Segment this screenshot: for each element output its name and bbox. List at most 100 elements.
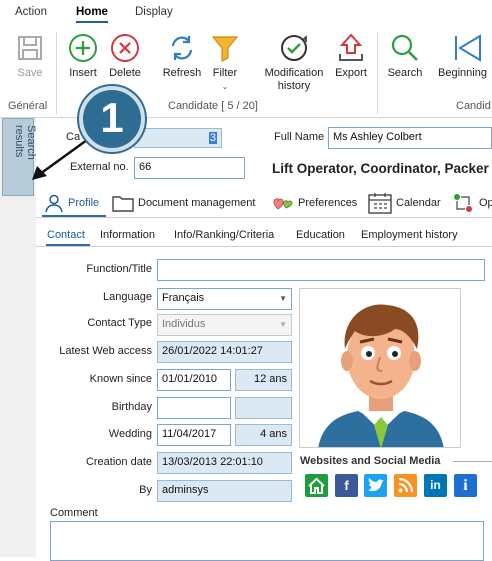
tab-document-management-label: Document management — [138, 197, 256, 209]
avatar — [318, 304, 444, 447]
known-since-value: 01/01/2010 — [162, 373, 218, 385]
ribbon-group-general: Général — [8, 100, 48, 112]
wedding-years-value: 4 ans — [260, 428, 287, 440]
latest-web-access-value: 26/01/2022 14:01:27 — [162, 345, 263, 357]
contact-type-value: Individus — [162, 318, 206, 330]
tab-op[interactable]: Op — [451, 191, 492, 215]
subtabs-divider — [36, 246, 492, 247]
callout-badge: 1 — [79, 86, 145, 152]
known-since-field[interactable]: 01/01/2010 — [157, 369, 231, 391]
wedding-label: Wedding — [108, 428, 152, 440]
save-button[interactable]: Save — [10, 32, 50, 80]
export-label: Export — [335, 67, 367, 79]
delete-label: Delete — [109, 67, 141, 79]
menu-tab-home[interactable]: Home — [76, 6, 108, 23]
language-select[interactable]: Français ▼ — [157, 288, 292, 310]
language-label: Language — [103, 291, 152, 303]
filter-button[interactable]: Filter ⌄ — [207, 32, 243, 93]
profile-icon — [45, 194, 63, 213]
menu-bar: Action Home Display — [0, 0, 492, 26]
folder-icon — [112, 196, 134, 212]
plus-icon — [67, 32, 99, 64]
subtab-employment-history[interactable]: Employment history — [361, 229, 458, 241]
ribbon-separator — [56, 32, 57, 114]
creation-date-value: 13/03/2013 22:01:10 — [162, 456, 263, 468]
created-by-value: adminsys — [162, 484, 209, 496]
tab-op-label: Op — [479, 197, 492, 209]
websites-divider — [453, 461, 492, 462]
dropdown-arrow-icon: ▼ — [279, 294, 287, 303]
delete-button[interactable]: Delete — [105, 32, 145, 80]
ribbon-group-candid: Candid — [456, 100, 491, 112]
linkedin-icon[interactable]: in — [424, 474, 447, 497]
save-icon — [14, 32, 46, 64]
contact-type-select[interactable]: Individus ▼ — [157, 314, 292, 336]
hearts-icon — [273, 198, 293, 210]
birthday-label: Birthday — [111, 401, 152, 413]
tab-preferences[interactable]: Preferences — [272, 191, 357, 215]
calendar-icon — [368, 193, 392, 214]
dropdown-arrow-icon: ▼ — [279, 320, 287, 329]
refresh-button[interactable]: Refresh — [160, 32, 204, 80]
save-label: Save — [17, 67, 43, 79]
history-check-icon — [278, 32, 310, 64]
filter-icon — [209, 32, 241, 64]
tab-preferences-label: Preferences — [298, 197, 358, 209]
facebook-icon[interactable]: f — [335, 474, 358, 497]
tab-calendar[interactable]: Calendar — [368, 191, 441, 215]
candidate-photo[interactable] — [299, 288, 461, 448]
function-title-field[interactable] — [157, 259, 485, 281]
full-name-field[interactable]: Ms Ashley Colbert — [328, 127, 492, 149]
created-by-field: adminsys — [157, 480, 292, 502]
language-value: Français — [162, 292, 205, 304]
workflow-icon — [454, 194, 472, 212]
delete-icon — [109, 32, 141, 64]
home-icon[interactable] — [305, 474, 328, 497]
birthday-years — [235, 397, 292, 419]
insert-label: Insert — [69, 67, 97, 79]
modification-history-button[interactable]: Modification history — [258, 32, 330, 93]
known-since-label: Known since — [89, 373, 152, 385]
full-name-label: Full Name — [274, 131, 325, 143]
menu-tab-display[interactable]: Display — [135, 6, 173, 18]
refresh-icon — [166, 32, 198, 64]
comment-textarea[interactable] — [50, 521, 484, 561]
filter-label: Filter — [212, 67, 238, 79]
latest-web-access-label: Latest Web access — [59, 345, 152, 357]
wedding-field[interactable]: 11/04/2017 — [157, 424, 231, 446]
candidate-no-field[interactable]: 3 — [134, 128, 222, 148]
birthday-field[interactable] — [157, 397, 231, 419]
export-button[interactable]: Export — [331, 32, 371, 80]
tab-document-management[interactable]: Document management — [112, 191, 255, 215]
subtab-information[interactable]: Information — [100, 229, 155, 241]
created-by-label: By — [139, 484, 152, 496]
creation-date-field: 13/03/2013 22:01:10 — [157, 452, 292, 474]
search-label: Search — [387, 67, 423, 79]
search-icon — [389, 32, 421, 64]
tab-profile[interactable]: Profile — [44, 191, 99, 215]
tabs-divider — [36, 217, 492, 218]
menu-tab-action[interactable]: Action — [15, 6, 47, 18]
chevron-down-icon: ⌄ — [221, 82, 229, 91]
websites-title: Websites and Social Media — [300, 455, 441, 467]
subtab-contact[interactable]: Contact — [47, 229, 85, 241]
rss-icon[interactable] — [394, 474, 417, 497]
info-icon[interactable]: i — [454, 474, 477, 497]
candidate-role-title: Lift Operator, Coordinator, Packer — [272, 161, 489, 176]
insert-button[interactable]: Insert — [64, 32, 102, 80]
export-icon — [335, 32, 367, 64]
subtab-info-ranking-criteria[interactable]: Info/Ranking/Criteria — [174, 229, 274, 241]
beginning-button[interactable]: Beginning — [438, 32, 492, 80]
search-button[interactable]: Search — [385, 32, 425, 80]
tab-calendar-label: Calendar — [396, 197, 441, 209]
subtab-education[interactable]: Education — [296, 229, 345, 241]
creation-date-label: Creation date — [85, 456, 152, 468]
modification-history-label: Modification history — [264, 67, 324, 92]
candidate-no-value: 3 — [208, 132, 217, 144]
known-since-years: 12 ans — [235, 369, 292, 391]
contact-type-label: Contact Type — [87, 317, 152, 329]
twitter-icon[interactable] — [364, 474, 387, 497]
ribbon: Save Insert Delete Refresh Filter ⌄ Modi… — [0, 26, 492, 118]
beginning-label: Beginning — [438, 67, 487, 79]
external-no-field[interactable]: 66 — [134, 157, 245, 179]
